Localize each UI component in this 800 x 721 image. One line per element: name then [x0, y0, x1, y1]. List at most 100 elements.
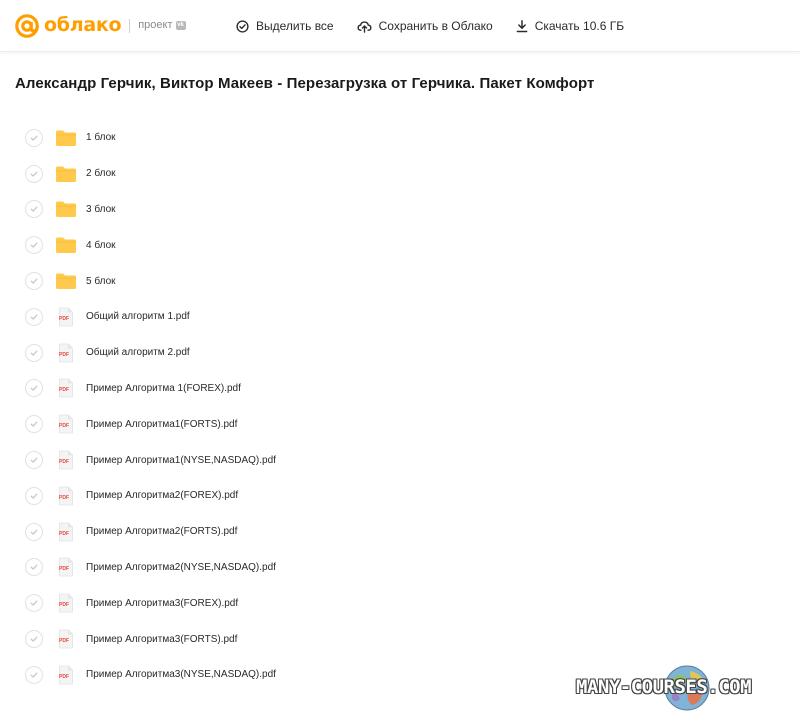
top-bar: облако проект vk Выделить все Сохранить …	[0, 0, 800, 52]
select-checkbox[interactable]	[25, 236, 43, 255]
select-checkbox[interactable]	[25, 486, 43, 505]
file-row[interactable]: PDF Пример Алгоритма2(FORTS).pdf	[0, 514, 800, 550]
at-sign-logo-icon	[15, 13, 39, 38]
file-name: Общий алгоритм 2.pdf	[86, 347, 190, 359]
folder-icon	[55, 271, 77, 291]
vk-badge: vk	[175, 21, 186, 30]
pdf-file-icon: PDF	[55, 378, 77, 398]
file-row[interactable]: PDF Пример Алгоритма1(NYSE,NASDAQ).pdf	[0, 442, 800, 478]
pdf-badge: PDF	[59, 602, 69, 609]
select-checkbox[interactable]	[25, 558, 43, 577]
select-checkbox[interactable]	[25, 272, 43, 291]
checkmark-icon	[30, 171, 38, 177]
pdf-badge: PDF	[59, 459, 69, 466]
checkmark-icon	[30, 242, 38, 248]
file-row[interactable]: PDF Пример Алгоритма1(FORTS).pdf	[0, 406, 800, 442]
folder-name: 5 блок	[86, 275, 116, 287]
checkmark-icon	[30, 314, 38, 320]
select-checkbox[interactable]	[25, 307, 43, 326]
folder-name: 1 блок	[86, 132, 116, 144]
file-row[interactable]: PDF Пример Алгоритма 1(FOREX).pdf	[0, 371, 800, 407]
download-icon	[516, 19, 528, 32]
file-row[interactable]: PDF Пример Алгоритма3(FORTS).pdf	[0, 621, 800, 657]
select-checkbox[interactable]	[25, 379, 43, 398]
download-button[interactable]: Скачать 10.6 ГБ	[516, 0, 624, 52]
file-row[interactable]: PDF Пример Алгоритма3(FOREX).pdf	[0, 585, 800, 621]
pdf-file-icon: PDF	[55, 343, 77, 363]
select-checkbox[interactable]	[25, 164, 43, 183]
pdf-file-icon: PDF	[55, 450, 77, 470]
file-name: Пример Алгоритма1(FORTS).pdf	[86, 418, 238, 430]
select-checkbox[interactable]	[25, 343, 43, 362]
file-name: Пример Алгоритма1(NYSE,NASDAQ).pdf	[86, 454, 276, 466]
pdf-file-icon: PDF	[55, 629, 77, 649]
select-checkbox[interactable]	[25, 200, 43, 219]
checkmark-icon	[30, 421, 38, 427]
select-all-button[interactable]: Выделить все	[236, 0, 334, 52]
logo[interactable]: облако проект vk	[14, 0, 186, 52]
pdf-file-icon: PDF	[55, 593, 77, 613]
checkmark-icon	[30, 350, 38, 356]
pdf-badge: PDF	[59, 566, 69, 573]
toolbar-actions: Выделить все Сохранить в Облако Скачать …	[236, 0, 624, 52]
file-row[interactable]: PDF Общий алгоритм 2.pdf	[0, 335, 800, 371]
select-all-label: Выделить все	[256, 19, 334, 33]
pdf-badge: PDF	[59, 423, 69, 430]
folder-row[interactable]: 1 блок	[0, 120, 800, 156]
folder-name: 3 блок	[86, 203, 116, 215]
folder-icon	[55, 199, 77, 219]
checkmark-icon	[30, 636, 38, 642]
folder-row[interactable]: 4 блок	[0, 227, 800, 263]
checkmark-icon	[30, 457, 38, 463]
pdf-badge: PDF	[59, 638, 69, 645]
pdf-badge: PDF	[59, 387, 69, 394]
checkmark-icon	[30, 565, 38, 571]
watermark: MANY-COURSES.COM	[576, 662, 800, 714]
file-list: 1 блок 2 блок 3 блок 4 блок 5 блок PDF Общий а…	[0, 120, 800, 693]
pdf-badge: PDF	[59, 315, 69, 322]
select-checkbox[interactable]	[25, 665, 43, 684]
file-row[interactable]: PDF Общий алгоритм 1.pdf	[0, 299, 800, 335]
select-checkbox[interactable]	[25, 594, 43, 613]
checkmark-icon	[30, 672, 38, 678]
pdf-file-icon: PDF	[55, 522, 77, 542]
file-name: Пример Алгоритма2(FORTS).pdf	[86, 526, 238, 538]
folder-name: 2 блок	[86, 168, 116, 180]
pdf-file-icon: PDF	[55, 486, 77, 506]
checkmark-icon	[30, 600, 38, 606]
save-to-cloud-button[interactable]: Сохранить в Облако	[357, 0, 493, 52]
folder-icon	[55, 235, 77, 255]
folder-row[interactable]: 3 блок	[0, 192, 800, 228]
pdf-file-icon: PDF	[55, 307, 77, 327]
folder-name: 4 блок	[86, 239, 116, 251]
pdf-badge: PDF	[59, 494, 69, 501]
pdf-badge: PDF	[59, 530, 69, 537]
folder-icon	[55, 164, 77, 184]
checkmark-icon	[30, 207, 38, 213]
pdf-badge: PDF	[59, 673, 69, 680]
folder-icon	[55, 128, 77, 148]
pdf-file-icon: PDF	[55, 414, 77, 434]
file-row[interactable]: PDF Пример Алгоритма2(FOREX).pdf	[0, 478, 800, 514]
select-checkbox[interactable]	[25, 522, 43, 541]
watermark-text: MANY-COURSES.COM	[576, 676, 752, 698]
folder-row[interactable]: 5 блок	[0, 263, 800, 299]
folder-row[interactable]: 2 блок	[0, 156, 800, 192]
select-checkbox[interactable]	[25, 630, 43, 649]
cloud-upload-icon	[357, 20, 372, 33]
file-name: Пример Алгоритма2(FOREX).pdf	[86, 490, 239, 502]
checkmark-icon	[30, 278, 38, 284]
select-checkbox[interactable]	[25, 451, 43, 470]
file-name: Пример Алгоритма3(NYSE,NASDAQ).pdf	[86, 669, 276, 681]
file-name: Пример Алгоритма3(FORTS).pdf	[86, 633, 238, 645]
checkmark-icon	[30, 386, 38, 392]
select-checkbox[interactable]	[25, 415, 43, 434]
download-label: Скачать 10.6 ГБ	[534, 19, 625, 33]
logo-divider	[129, 18, 131, 33]
file-name: Общий алгоритм 1.pdf	[86, 311, 190, 323]
file-name: Пример Алгоритма2(NYSE,NASDAQ).pdf	[86, 561, 276, 573]
file-row[interactable]: PDF Пример Алгоритма2(NYSE,NASDAQ).pdf	[0, 550, 800, 586]
folder-title: Александр Герчик, Виктор Макеев - Переза…	[15, 75, 595, 92]
file-name: Пример Алгоритма3(FOREX).pdf	[86, 597, 239, 609]
select-checkbox[interactable]	[25, 128, 43, 147]
